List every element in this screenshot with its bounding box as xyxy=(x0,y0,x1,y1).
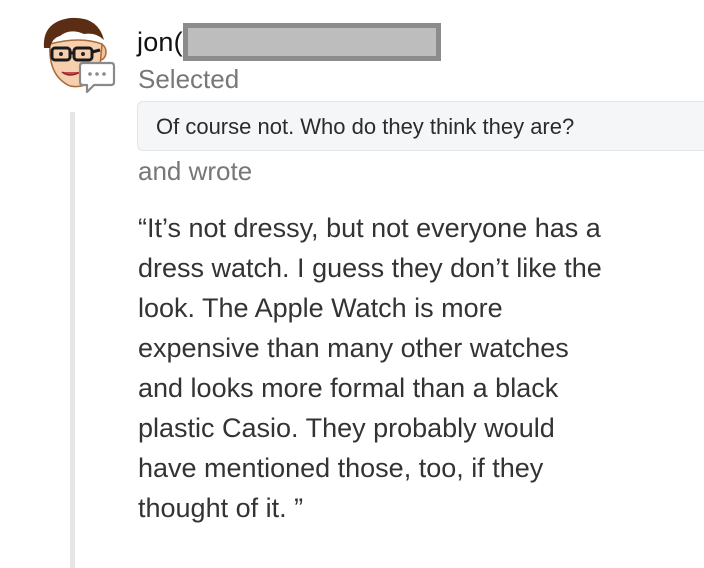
wrote-label: and wrote xyxy=(138,156,253,186)
comment-body: “It’s not dressy, but not everyone has a… xyxy=(138,213,602,523)
comment-bubble-icon xyxy=(78,61,116,94)
selected-label: Selected xyxy=(138,64,240,94)
selected-quote[interactable]: Of course not. Who do they think they ar… xyxy=(137,101,704,151)
thread-line xyxy=(70,112,75,568)
username[interactable]: jon( xyxy=(137,27,183,58)
redacted-username xyxy=(182,23,441,61)
selected-quote-text: Of course not. Who do they think they ar… xyxy=(156,114,575,139)
username-row: jon( xyxy=(137,20,441,64)
